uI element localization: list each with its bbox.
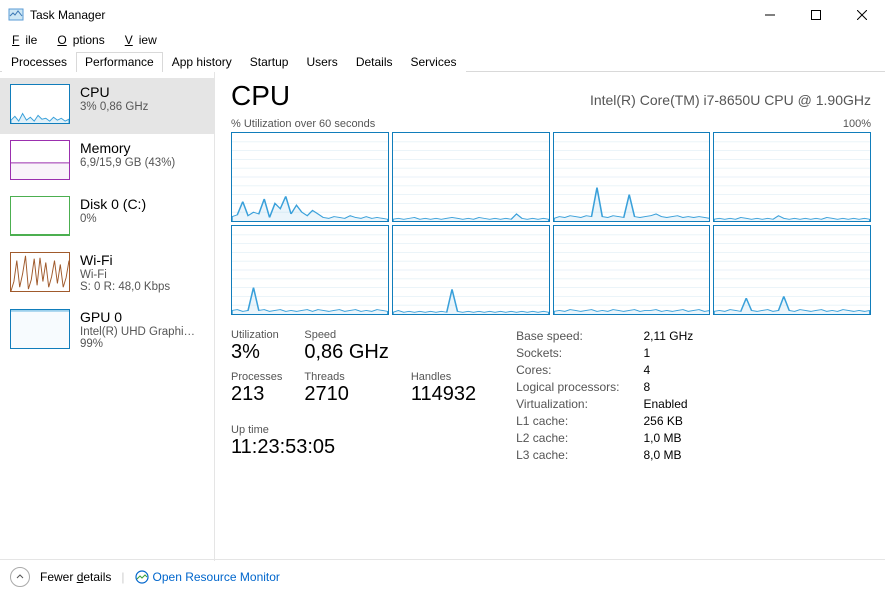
sidebar-item-sub: 6,9/15,9 GB (43%) (80, 157, 175, 169)
close-button[interactable] (839, 0, 885, 30)
sidebar-item-sub2: 99% (80, 338, 200, 350)
processes-value: 213 (231, 383, 282, 406)
sockets-label: Sockets: (516, 346, 619, 360)
chart-caption-left: % Utilization over 60 seconds (231, 118, 375, 130)
resource-monitor-icon (135, 570, 149, 584)
sidebar-item-wifi[interactable]: Wi-Fi Wi-Fi S: 0 R: 48,0 Kbps (0, 246, 214, 303)
sidebar-item-gpu[interactable]: GPU 0 Intel(R) UHD Graphics … 99% (0, 303, 214, 360)
disk-thumb (10, 196, 70, 236)
chart-caption-right: 100% (843, 118, 871, 130)
cpu-chart-lp7 (713, 225, 871, 315)
l3-value: 8,0 MB (644, 448, 694, 462)
cpu-chart-lp6 (553, 225, 711, 315)
handles-label: Handles (411, 371, 476, 383)
sidebar-item-sub: Wi-Fi (80, 269, 170, 281)
sidebar-item-label: Memory (80, 140, 175, 156)
cpu-model: Intel(R) Core(TM) i7-8650U CPU @ 1.90GHz (590, 92, 871, 108)
cpu-charts-grid (231, 132, 871, 315)
cpu-chart-lp0 (231, 132, 389, 222)
uptime-label: Up time (231, 424, 476, 436)
virt-label: Virtualization: (516, 397, 619, 411)
sidebar-item-sub: 0% (80, 213, 146, 225)
processes-label: Processes (231, 371, 282, 383)
cpu-chart-lp3 (713, 132, 871, 222)
cpu-thumb (10, 84, 70, 124)
menu-view[interactable]: View (119, 33, 169, 47)
memory-thumb (10, 140, 70, 180)
cores-label: Cores: (516, 363, 619, 377)
tab-users[interactable]: Users (297, 52, 346, 72)
sidebar-item-label: GPU 0 (80, 309, 200, 325)
virt-value: Enabled (644, 397, 694, 411)
titlebar: Task Manager (0, 0, 885, 30)
base-speed-value: 2,11 GHz (644, 329, 694, 343)
sidebar-item-disk[interactable]: Disk 0 (C:) 0% (0, 190, 214, 246)
lp-label: Logical processors: (516, 380, 619, 394)
lp-value: 8 (644, 380, 694, 394)
l2-label: L2 cache: (516, 431, 619, 445)
cpu-chart-lp4 (231, 225, 389, 315)
menubar: File Options View (0, 30, 885, 49)
wifi-thumb (10, 252, 70, 292)
tab-performance[interactable]: Performance (76, 52, 163, 72)
base-speed-label: Base speed: (516, 329, 619, 343)
l1-value: 256 KB (644, 414, 694, 428)
cores-value: 4 (644, 363, 694, 377)
window-title: Task Manager (30, 8, 105, 22)
tab-processes[interactable]: Processes (2, 52, 76, 72)
speed-label: Speed (304, 329, 388, 341)
tab-details[interactable]: Details (347, 52, 402, 72)
utilization-label: Utilization (231, 329, 282, 341)
detail-pane: CPU Intel(R) Core(TM) i7-8650U CPU @ 1.9… (215, 72, 885, 561)
l2-value: 1,0 MB (644, 431, 694, 445)
sidebar-item-sub: 3% 0,86 GHz (80, 101, 148, 113)
cpu-chart-lp2 (553, 132, 711, 222)
sockets-value: 1 (644, 346, 694, 360)
sidebar: CPU 3% 0,86 GHz Memory 6,9/15,9 GB (43%)… (0, 72, 215, 561)
minimize-button[interactable] (747, 0, 793, 30)
stats-left: Utilization 3% Speed 0,86 GHz Processes … (231, 329, 476, 462)
footer: Fewer details | Open Resource Monitor (0, 559, 885, 593)
menu-file[interactable]: File (6, 33, 49, 47)
sidebar-item-label: Disk 0 (C:) (80, 196, 146, 212)
uptime-value: 11:23:53:05 (231, 436, 476, 459)
app-icon (8, 7, 24, 23)
threads-label: Threads (304, 371, 388, 383)
cpu-chart-lp5 (392, 225, 550, 315)
collapse-button[interactable] (10, 567, 30, 587)
footer-divider: | (121, 570, 124, 584)
sidebar-item-label: Wi-Fi (80, 252, 170, 268)
tab-app-history[interactable]: App history (163, 52, 241, 72)
l3-label: L3 cache: (516, 448, 619, 462)
maximize-button[interactable] (793, 0, 839, 30)
sidebar-item-label: CPU (80, 84, 148, 100)
fewer-details-link[interactable]: Fewer details (40, 570, 111, 584)
tab-services[interactable]: Services (402, 52, 466, 72)
gpu-thumb (10, 309, 70, 349)
speed-value: 0,86 GHz (304, 341, 388, 364)
sidebar-item-sub: Intel(R) UHD Graphics … (80, 326, 200, 338)
tab-bar: Processes Performance App history Startu… (0, 51, 885, 72)
open-resource-monitor-link[interactable]: Open Resource Monitor (135, 570, 280, 584)
tab-startup[interactable]: Startup (241, 52, 298, 72)
handles-value: 114932 (411, 383, 476, 406)
utilization-value: 3% (231, 341, 282, 364)
cpu-chart-lp1 (392, 132, 550, 222)
sidebar-item-cpu[interactable]: CPU 3% 0,86 GHz (0, 78, 214, 134)
detail-heading: CPU (231, 80, 290, 112)
sidebar-item-sub2: S: 0 R: 48,0 Kbps (80, 281, 170, 293)
l1-label: L1 cache: (516, 414, 619, 428)
sidebar-item-memory[interactable]: Memory 6,9/15,9 GB (43%) (0, 134, 214, 190)
threads-value: 2710 (304, 383, 388, 406)
stats-right: Base speed: 2,11 GHz Sockets: 1 Cores: 4 Lo… (516, 329, 693, 462)
menu-options[interactable]: Options (51, 33, 116, 47)
